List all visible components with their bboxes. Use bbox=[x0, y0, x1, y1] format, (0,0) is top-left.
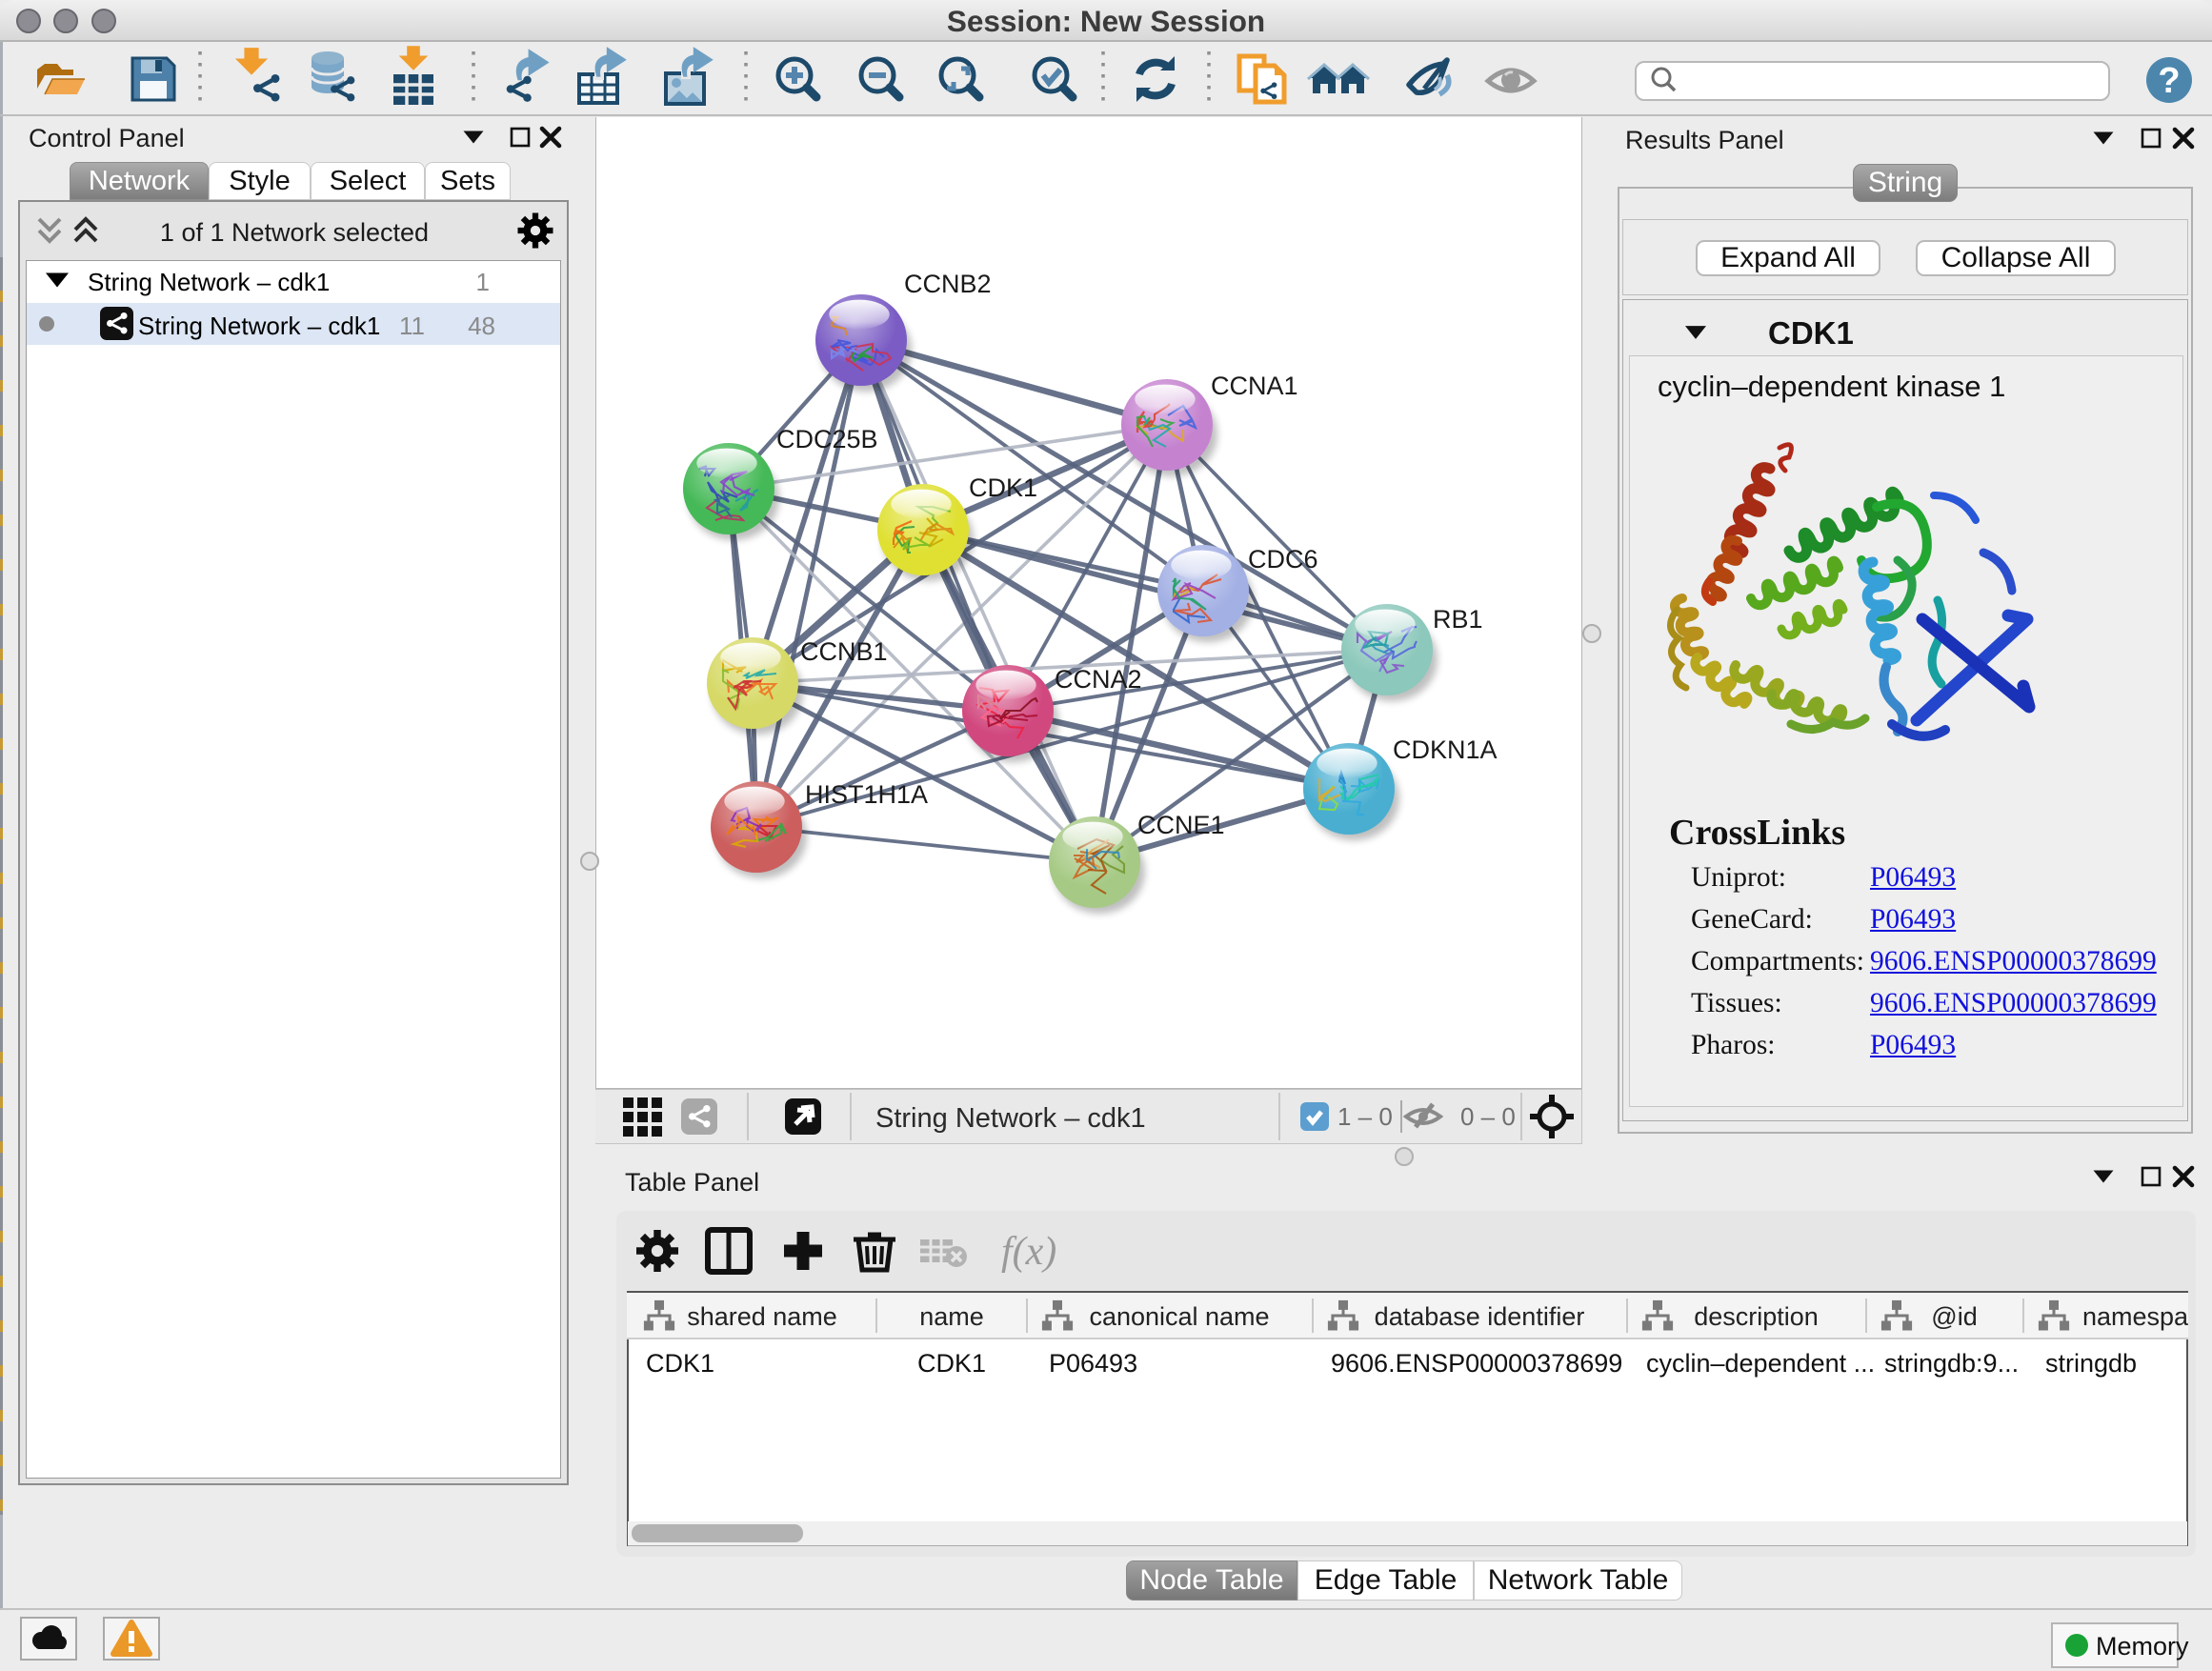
svg-text:CCNB2: CCNB2 bbox=[904, 270, 992, 298]
svg-text:name: name bbox=[919, 1302, 984, 1331]
svg-text:shared name: shared name bbox=[687, 1302, 837, 1331]
svg-text:48: 48 bbox=[468, 312, 495, 340]
svg-text:canonical name: canonical name bbox=[1089, 1302, 1269, 1331]
svg-text:RB1: RB1 bbox=[1433, 605, 1483, 634]
svg-text:1: 1 bbox=[476, 268, 490, 296]
svg-text:P06493: P06493 bbox=[1049, 1349, 1137, 1378]
svg-text:CDC6: CDC6 bbox=[1248, 545, 1318, 574]
svg-text:CDK1: CDK1 bbox=[1768, 315, 1854, 351]
svg-text:description: description bbox=[1694, 1302, 1819, 1331]
svg-text:HIST1H1A: HIST1H1A bbox=[805, 780, 928, 809]
svg-text:11: 11 bbox=[399, 312, 425, 340]
svg-text:f(x): f(x) bbox=[1001, 1230, 1056, 1274]
svg-text:CCNA2: CCNA2 bbox=[1055, 665, 1142, 694]
svg-text:CDC25B: CDC25B bbox=[776, 425, 878, 453]
svg-text:CCNE1: CCNE1 bbox=[1137, 811, 1225, 839]
svg-text:CDK1: CDK1 bbox=[646, 1349, 714, 1378]
svg-text:@id: @id bbox=[1931, 1302, 1977, 1331]
svg-text:cyclin–dependent ...: cyclin–dependent ... bbox=[1646, 1349, 1875, 1378]
svg-text:String Network – cdk1: String Network – cdk1 bbox=[875, 1103, 1146, 1134]
svg-text:stringdb:9...: stringdb:9... bbox=[1884, 1349, 2019, 1378]
svg-text:Memory: Memory bbox=[2096, 1632, 2189, 1661]
svg-text:String Network – cdk1: String Network – cdk1 bbox=[138, 312, 380, 340]
svg-text:1 of 1 Network selected: 1 of 1 Network selected bbox=[160, 218, 429, 247]
svg-text:stringdb: stringdb bbox=[2045, 1349, 2137, 1378]
svg-text:CCNA1: CCNA1 bbox=[1211, 372, 1298, 400]
svg-text:namespace: namespace bbox=[2082, 1302, 2188, 1331]
svg-text:CDK1: CDK1 bbox=[969, 473, 1037, 502]
svg-text:CDKN1A: CDKN1A bbox=[1393, 735, 1498, 764]
svg-text:9606.ENSP00000378699: 9606.ENSP00000378699 bbox=[1331, 1349, 1622, 1378]
svg-text:CCNB1: CCNB1 bbox=[800, 637, 888, 666]
svg-text:?: ? bbox=[2158, 61, 2180, 101]
svg-text:database identifier: database identifier bbox=[1375, 1302, 1585, 1331]
svg-text:CDK1: CDK1 bbox=[917, 1349, 986, 1378]
svg-text:0 – 0: 0 – 0 bbox=[1460, 1102, 1516, 1131]
svg-text:String Network – cdk1: String Network – cdk1 bbox=[88, 268, 330, 296]
svg-text:1 – 0: 1 – 0 bbox=[1337, 1102, 1393, 1131]
